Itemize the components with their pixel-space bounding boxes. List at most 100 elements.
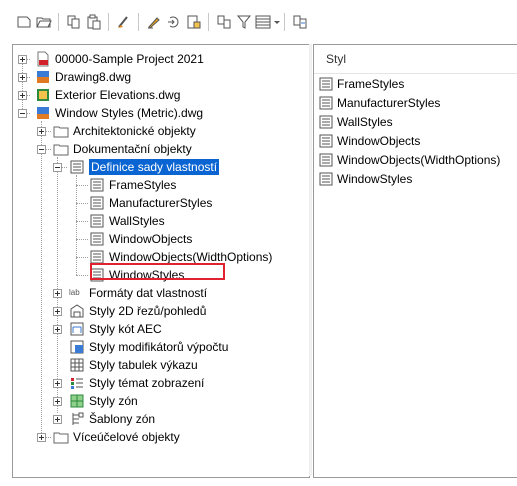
zone-template-icon <box>72 412 84 425</box>
expand-toggle[interactable] <box>18 73 27 82</box>
tree-item-label: Drawing8.dwg <box>55 70 132 84</box>
folder-icon <box>53 432 69 444</box>
style-list[interactable]: Styl FrameStyles ManufacturerStyles Wall… <box>313 44 517 478</box>
tree-item-label: ManufacturerStyles <box>109 196 213 210</box>
folder-open-icon <box>53 144 69 156</box>
tree-item-property-data-formats[interactable]: lab Formáty dat vlastností <box>69 284 207 302</box>
tree-item-label: Formáty dat vlastností <box>89 286 208 300</box>
tree-item-2d-section-styles[interactable]: Styly 2D řezů/pohledů <box>69 302 206 320</box>
dwg-icon <box>37 89 49 101</box>
synchronize-project-icon[interactable] <box>290 12 310 32</box>
list-item-label: WallStyles <box>337 115 393 129</box>
property-set-icon <box>319 172 333 186</box>
collapse-toggle[interactable] <box>53 163 62 172</box>
tree-item-architectural-objects[interactable]: Architektonické objekty <box>53 122 196 140</box>
expand-toggle[interactable] <box>53 307 62 316</box>
tree-item-zone-templates[interactable]: Šablony zón <box>69 410 155 428</box>
folder-icon <box>53 126 69 138</box>
expand-toggle[interactable] <box>53 325 62 334</box>
tree-item-label: WindowObjects(WidthOptions) <box>109 250 273 264</box>
list-item-label: WindowObjects <box>337 134 421 148</box>
style-tree[interactable]: 00000-Sample Project 2021 Drawing8.dwg E… <box>12 44 310 478</box>
tree-item-drawing[interactable]: Window Styles (Metric).dwg <box>35 104 203 122</box>
copy-icon[interactable] <box>64 12 84 32</box>
tree-item-label: Exterior Elevations.dwg <box>55 88 181 102</box>
calculation-modifier-icon <box>70 340 84 354</box>
tree-item-label: Styly témat zobrazení <box>89 376 205 390</box>
list-item-label: WindowObjects(WidthOptions) <box>337 153 501 167</box>
synchronize-icon[interactable] <box>214 12 234 32</box>
list-item[interactable]: WallStyles <box>318 113 393 131</box>
section-elevation-icon <box>70 304 84 318</box>
tree-item-property-set-definitions[interactable]: Definice sady vlastností <box>69 158 221 176</box>
tree-item-label: Šablony zón <box>89 412 156 426</box>
property-set-icon <box>319 77 333 91</box>
column-header-style[interactable]: Styl <box>314 45 517 74</box>
tree-item-label: Window Styles (Metric).dwg <box>55 106 204 120</box>
tree-item-label: 00000-Sample Project 2021 <box>55 52 204 66</box>
tree-item-calculation-modifier-styles[interactable]: Styly modifikátorů výpočtu <box>69 338 228 356</box>
table-icon <box>70 358 84 372</box>
paste-icon[interactable] <box>84 12 104 32</box>
open-folder-icon[interactable] <box>34 12 54 32</box>
filter-icon[interactable] <box>234 12 254 32</box>
edit-style-icon[interactable] <box>144 12 164 32</box>
list-item[interactable]: WindowObjects(WidthOptions) <box>318 151 500 169</box>
tree-item-property-set[interactable]: FrameStyles <box>89 176 176 194</box>
expand-toggle[interactable] <box>18 91 27 100</box>
tree-item-display-theme-styles[interactable]: Styly témat zobrazení <box>69 374 204 392</box>
tree-item-property-set[interactable]: WallStyles <box>89 212 165 230</box>
tree-item-property-set[interactable]: WindowObjects <box>89 230 192 248</box>
list-item[interactable]: WindowStyles <box>318 170 412 188</box>
display-theme-icon <box>71 378 83 389</box>
tree-item-label: Architektonické objekty <box>73 124 196 138</box>
tree-item-label: Styly 2D řezů/pohledů <box>89 304 207 318</box>
panel-splitter[interactable] <box>309 44 312 476</box>
property-data-format-icon: lab <box>69 288 80 297</box>
tree-item-property-set[interactable]: ManufacturerStyles <box>89 194 212 212</box>
expand-toggle[interactable] <box>37 433 46 442</box>
list-item-label: WindowStyles <box>337 172 413 186</box>
list-item-label: ManufacturerStyles <box>337 96 441 110</box>
expand-toggle[interactable] <box>37 127 46 136</box>
tree-item-drawing[interactable]: Drawing8.dwg <box>35 68 131 86</box>
view-dropdown-icon[interactable] <box>254 12 282 32</box>
property-set-icon <box>319 153 333 167</box>
collapse-toggle[interactable] <box>18 109 27 118</box>
toolbar <box>0 0 517 40</box>
tree-item-aec-dimension-styles[interactable]: Styly kót AEC <box>69 320 162 338</box>
tree-item-label: FrameStyles <box>109 178 177 192</box>
dwg-icon <box>37 71 49 83</box>
expand-toggle[interactable] <box>53 415 62 424</box>
property-set-icon <box>90 232 104 246</box>
collapse-toggle[interactable] <box>37 145 46 154</box>
tree-item-label: Styly kót AEC <box>89 322 162 336</box>
tree-item-documentation-objects[interactable]: Dokumentační objekty <box>53 140 192 158</box>
dwg-icon <box>37 107 49 119</box>
tree-item-multipurpose-objects[interactable]: Víceúčelové objekty <box>53 428 180 446</box>
tree-item-label: Víceúčelové objekty <box>73 430 180 444</box>
tree-item-label: Styly tabulek výkazu <box>89 358 198 372</box>
tree-item-schedule-table-styles[interactable]: Styly tabulek výkazu <box>69 356 198 374</box>
purge-icon[interactable] <box>114 12 134 32</box>
expand-toggle[interactable] <box>53 289 62 298</box>
tree-item-label: Dokumentační objekty <box>73 142 192 156</box>
list-item-label: FrameStyles <box>337 77 405 91</box>
zone-icon <box>70 394 84 408</box>
tree-item-drawing[interactable]: Exterior Elevations.dwg <box>35 86 180 104</box>
list-item[interactable]: WindowObjects <box>318 132 420 150</box>
list-item[interactable]: ManufacturerStyles <box>318 94 440 112</box>
set-from-icon[interactable] <box>164 12 184 32</box>
expand-toggle[interactable] <box>53 397 62 406</box>
new-drawing-icon[interactable] <box>14 12 34 32</box>
highlight-box <box>90 263 225 280</box>
property-set-icon <box>90 178 104 192</box>
list-item[interactable]: FrameStyles <box>318 75 404 93</box>
dimension-icon <box>70 322 84 336</box>
expand-toggle[interactable] <box>18 55 27 64</box>
property-set-icon <box>319 96 333 110</box>
expand-toggle[interactable] <box>53 379 62 388</box>
tree-item-zone-styles[interactable]: Styly zón <box>69 392 138 410</box>
tree-item-drawing[interactable]: 00000-Sample Project 2021 <box>35 50 204 68</box>
import-icon[interactable] <box>184 12 204 32</box>
